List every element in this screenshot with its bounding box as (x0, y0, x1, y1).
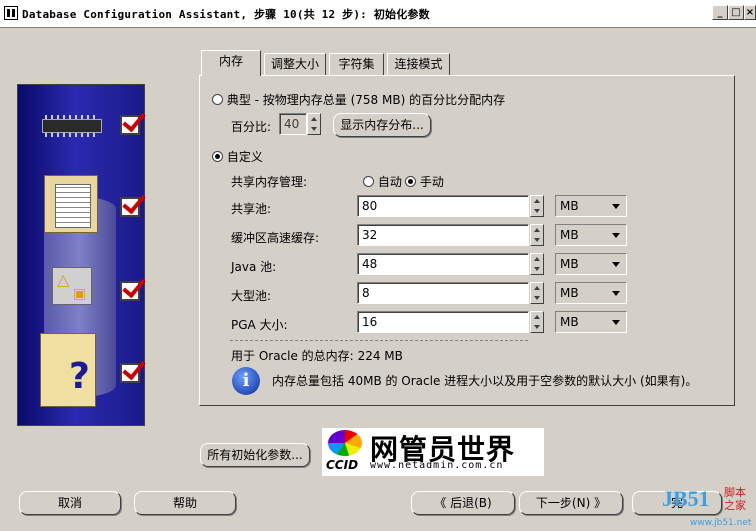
brand-url: www.netadmin.com.cn (370, 460, 504, 471)
step-check-icon (120, 115, 140, 135)
step-check-icon (120, 197, 140, 217)
step-check-icon (120, 363, 140, 383)
java-pool-input[interactable]: 48 (357, 253, 529, 275)
custom-label: 自定义 (226, 150, 263, 164)
auto-radio[interactable] (363, 176, 374, 187)
pga-size-input[interactable]: 16 (357, 311, 529, 333)
total-memory-label: 用于 Oracle 的总内存: (231, 349, 354, 363)
manual-option[interactable]: 手动 (405, 173, 444, 190)
shared-pool-unit-select[interactable]: MB (555, 195, 627, 217)
pga-size-label: PGA 大小: (231, 318, 288, 332)
large-pool-unit-select[interactable]: MB (555, 282, 627, 304)
buffer-cache-spinner[interactable] (530, 224, 544, 246)
memory-chip-icon (42, 115, 102, 137)
percent-spinner[interactable] (307, 113, 321, 135)
chevron-down-icon (612, 233, 620, 238)
shapes-icon (52, 267, 92, 305)
next-button[interactable]: 下一步(N) 》 (519, 491, 623, 515)
jb51-watermark: JB51 脚本之家 www.jb51.net (648, 484, 756, 531)
shared-pool-unit: MB (560, 199, 579, 213)
tab-sizing[interactable]: 调整大小 (264, 53, 326, 75)
minimize-button[interactable]: _ (712, 5, 728, 20)
manual-label: 手动 (419, 175, 444, 189)
cancel-button[interactable]: 取消 (19, 491, 121, 515)
shared-pool-label: 共享池: (231, 202, 272, 216)
info-icon: i (232, 367, 260, 395)
tab-charset[interactable]: 字符集 (329, 53, 384, 75)
typical-radio[interactable] (212, 94, 223, 105)
pga-size-spinner[interactable] (530, 311, 544, 333)
ccid-text: CCID (326, 458, 359, 472)
buffer-cache-input[interactable]: 32 (357, 224, 529, 246)
chevron-down-icon (612, 291, 620, 296)
back-button[interactable]: 《 后退(B) (411, 491, 515, 515)
maximize-button[interactable]: □ (728, 5, 744, 20)
documents-icon (44, 175, 98, 233)
all-init-params-button[interactable]: 所有初始化参数... (200, 443, 310, 467)
pga-size-unit: MB (560, 315, 579, 329)
typical-label: 典型 - 按物理内存总量 (758 MB) 的百分比分配内存 (226, 93, 506, 107)
java-pool-unit-select[interactable]: MB (555, 253, 627, 275)
large-pool-unit: MB (560, 286, 579, 300)
auto-option[interactable]: 自动 (363, 173, 402, 190)
jb51-cn-text: 脚本之家 (724, 486, 746, 512)
shared-pool-input[interactable]: 80 (357, 195, 529, 217)
typical-option[interactable]: 典型 - 按物理内存总量 (758 MB) 的百分比分配内存 (212, 91, 505, 108)
pga-size-unit-select[interactable]: MB (555, 311, 627, 333)
custom-option[interactable]: 自定义 (212, 148, 263, 165)
netadmin-watermark: CCID 网管员世界 www.netadmin.com.cn (322, 428, 544, 476)
shared-pool-spinner[interactable] (530, 195, 544, 217)
info-text: 内存总量包括 40MB 的 Oracle 进程大小以及用于空参数的默认大小 (如… (272, 374, 698, 388)
step-check-icon (120, 281, 140, 301)
java-pool-spinner[interactable] (530, 253, 544, 275)
java-pool-label: Java 池: (231, 260, 277, 274)
chevron-down-icon (612, 204, 620, 209)
java-pool-unit: MB (560, 257, 579, 271)
tab-connection-mode[interactable]: 连接模式 (387, 53, 450, 75)
window-title: Database Configuration Assistant, 步骤 10(… (22, 8, 430, 21)
shared-memory-mgmt-label: 共享内存管理: (231, 175, 308, 189)
jb51-text: JB51 (662, 486, 710, 511)
buffer-cache-unit: MB (560, 228, 579, 242)
wizard-illustration: ? (17, 84, 145, 426)
total-memory-text: 用于 Oracle 的总内存: 224 MB (231, 347, 403, 364)
ccid-logo-icon (328, 430, 362, 456)
large-pool-input[interactable]: 8 (357, 282, 529, 304)
show-memory-distribution-button[interactable]: 显示内存分布... (333, 113, 431, 137)
auto-label: 自动 (377, 175, 402, 189)
help-button[interactable]: 帮助 (134, 491, 236, 515)
total-memory-value: 224 MB (357, 349, 403, 363)
buffer-cache-label: 缓冲区高速缓存: (231, 231, 320, 245)
tab-memory[interactable]: 内存 (201, 50, 261, 76)
help-folder-icon: ? (40, 333, 96, 407)
chevron-down-icon (612, 320, 620, 325)
buffer-cache-unit-select[interactable]: MB (555, 224, 627, 246)
large-pool-spinner[interactable] (530, 282, 544, 304)
percent-label: 百分比: (231, 120, 272, 134)
divider (230, 340, 528, 341)
percent-input[interactable]: 40 (279, 113, 307, 135)
large-pool-label: 大型池: (231, 289, 272, 303)
manual-radio[interactable] (405, 176, 416, 187)
chevron-down-icon (612, 262, 620, 267)
jb51-url: www.jb51.net (690, 518, 752, 528)
app-icon (4, 6, 18, 20)
close-button[interactable]: × (744, 5, 756, 20)
title-bar: Database Configuration Assistant, 步骤 10(… (0, 0, 756, 28)
custom-radio[interactable] (212, 151, 223, 162)
